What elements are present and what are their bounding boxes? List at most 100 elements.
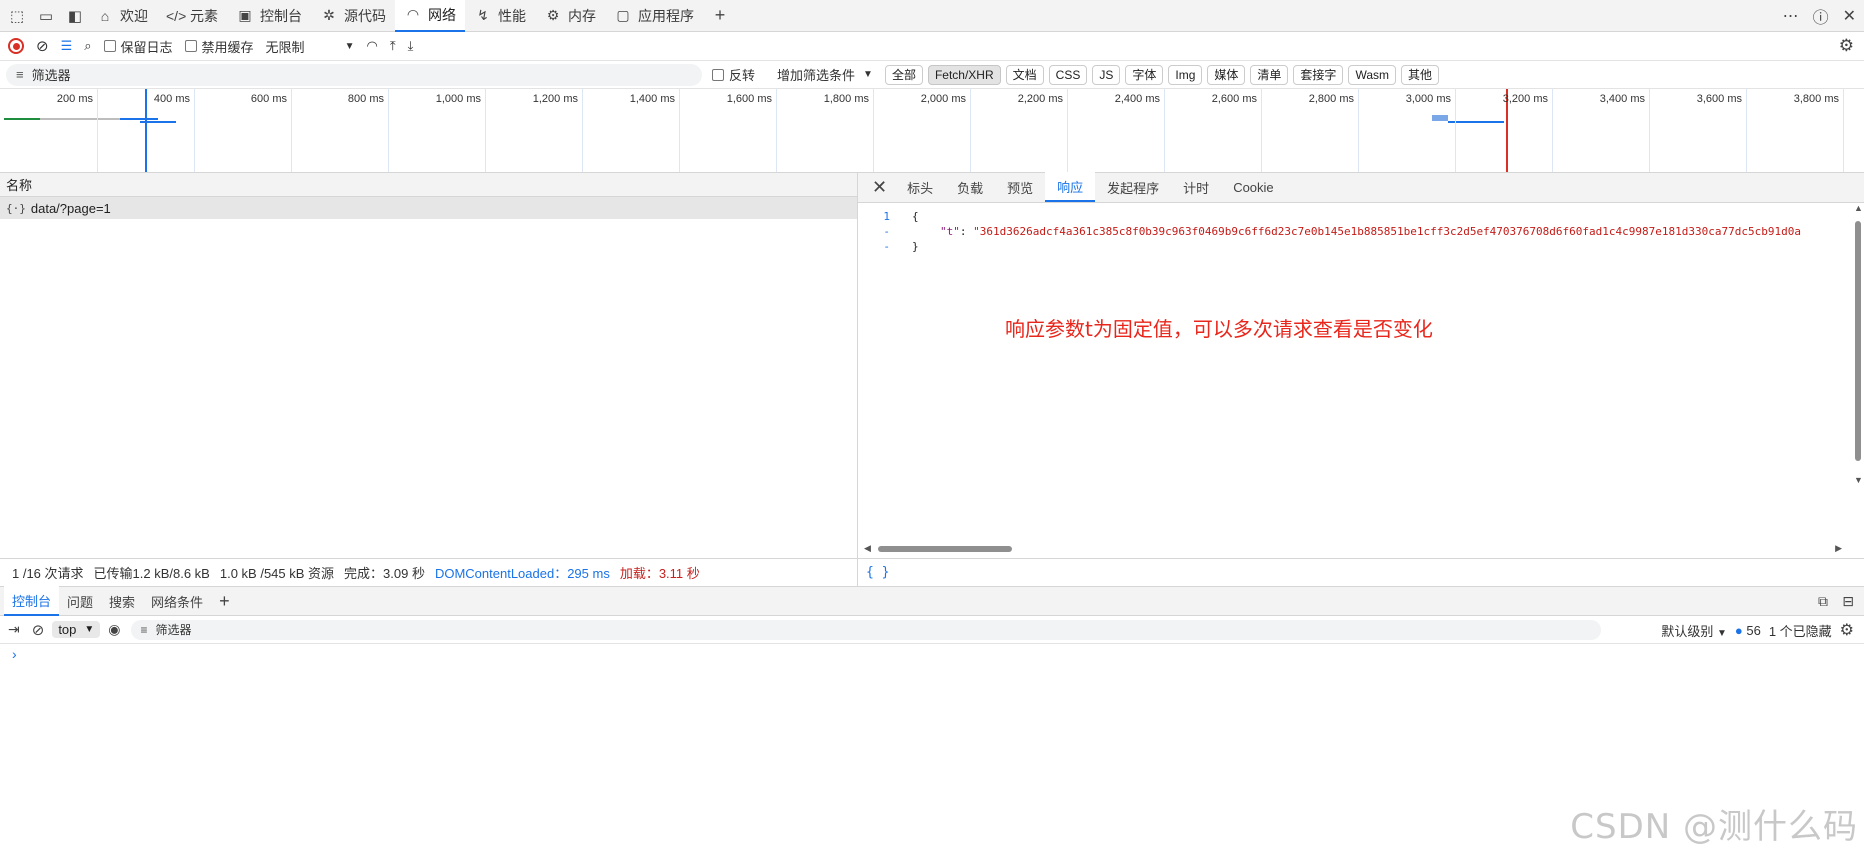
type-filter-doc[interactable]: 文档 bbox=[1005, 64, 1044, 85]
disable-cache-checkbox[interactable]: 禁用缓存 bbox=[184, 37, 254, 56]
json-icon: {·} bbox=[6, 201, 26, 215]
scroll-up-icon[interactable]: ▲ bbox=[1854, 203, 1863, 213]
scroll-down-icon[interactable]: ▼ bbox=[1854, 475, 1863, 485]
timeline-tick-label: 2,800 ms bbox=[1308, 93, 1354, 105]
import-har-icon[interactable]: ⤒ bbox=[390, 38, 396, 54]
scrollbar-thumb[interactable] bbox=[878, 546, 1012, 552]
timeline-tick-label: 3,000 ms bbox=[1405, 93, 1451, 105]
main-tab-bar: ⬚ ▭ ◧ ⌂ 欢迎 </> 元素 ▣ 控制台 ✲ 源代码 ◠ 网络 ↯ 性能 ⚙ 内存 ▢ 应… bbox=[0, 0, 1864, 32]
context-select[interactable]: top ▼ bbox=[52, 621, 101, 638]
dock-drawer-icon[interactable]: ⧉ bbox=[1818, 593, 1828, 610]
type-filter-css[interactable]: CSS bbox=[1048, 64, 1088, 85]
invert-checkbox[interactable]: 反转 bbox=[712, 65, 755, 84]
code-line: 1{ bbox=[883, 210, 919, 223]
throttling-select[interactable]: 无限制 ▼ bbox=[266, 37, 355, 56]
console-sidebar-icon[interactable]: ⇥ bbox=[8, 621, 20, 638]
vertical-scrollbar[interactable]: ▲ ▼ bbox=[1854, 203, 1863, 487]
table-row[interactable]: {·} data/?page=1 bbox=[0, 197, 857, 219]
type-filter-js[interactable]: JS bbox=[1092, 64, 1121, 85]
preserve-log-checkbox[interactable]: 保留日志 bbox=[103, 37, 173, 56]
record-button[interactable] bbox=[8, 38, 24, 54]
timeline-overview[interactable]: 200 ms 400 ms 600 ms 800 ms 1,000 ms 1,200 ms… bbox=[0, 89, 1864, 173]
hidden-count: 1 个已隐藏 bbox=[1768, 623, 1832, 639]
drawer-tab-console[interactable]: 控制台 bbox=[4, 586, 60, 616]
tab-cookies[interactable]: Cookie bbox=[1221, 172, 1285, 202]
clear-button[interactable]: ⊘ bbox=[36, 37, 49, 55]
filter-icon: ≡ bbox=[16, 67, 24, 82]
filter-toggle-icon[interactable]: ☰ bbox=[61, 38, 73, 54]
timeline-tick-label: 1,800 ms bbox=[823, 93, 869, 105]
settings-icon[interactable]: ⚙ bbox=[1839, 36, 1854, 56]
chevron-down-icon: ▼ bbox=[863, 69, 873, 80]
type-filter-font[interactable]: 字体 bbox=[1125, 64, 1164, 85]
add-drawer-tab-icon[interactable]: + bbox=[211, 586, 238, 616]
type-filter-img[interactable]: Img bbox=[1168, 64, 1203, 85]
load-time: 加载：3.11 秒 bbox=[619, 566, 700, 581]
tab-headers[interactable]: 标头 bbox=[895, 172, 945, 202]
timeline-bar bbox=[4, 118, 40, 120]
more-options-icon[interactable]: ⋯ bbox=[1783, 6, 1799, 26]
timeline-tick-label: 3,400 ms bbox=[1599, 93, 1645, 105]
console-prompt-icon[interactable]: › bbox=[12, 646, 17, 662]
drawer-tab-network-conditions[interactable]: 网络条件 bbox=[143, 586, 211, 616]
tab-console[interactable]: ▣ 控制台 bbox=[227, 0, 311, 32]
tab-memory[interactable]: ⚙ 内存 bbox=[535, 0, 605, 32]
clear-console-icon[interactable]: ⊘ bbox=[32, 621, 45, 639]
more-filters-dropdown[interactable]: 增加筛选条件 ▼ bbox=[777, 65, 873, 84]
tab-timing[interactable]: 计时 bbox=[1171, 172, 1221, 202]
timeline-tick-label: 1,000 ms bbox=[435, 93, 481, 105]
sidebar-toggle-icon[interactable]: ◧ bbox=[63, 4, 87, 28]
tab-response[interactable]: 响应 bbox=[1045, 172, 1096, 202]
timeline-tick-label: 1,200 ms bbox=[532, 93, 578, 105]
column-header-name[interactable]: 名称 bbox=[0, 173, 857, 197]
scroll-right-icon[interactable]: ▶ bbox=[1835, 543, 1842, 554]
inspect-element-icon[interactable]: ⬚ bbox=[5, 4, 29, 28]
tab-initiator[interactable]: 发起程序 bbox=[1095, 172, 1171, 202]
type-filter-socket[interactable]: 套接字 bbox=[1293, 64, 1344, 85]
type-filter-media[interactable]: 媒体 bbox=[1207, 64, 1246, 85]
tab-elements[interactable]: </> 元素 bbox=[157, 0, 227, 32]
console-filter-input[interactable]: ≡ 筛选器 bbox=[130, 619, 1601, 640]
performance-icon: ↯ bbox=[477, 7, 489, 23]
tab-application[interactable]: ▢ 应用程序 bbox=[605, 0, 703, 32]
type-filter-manifest[interactable]: 清单 bbox=[1250, 64, 1289, 85]
code-icon: </> bbox=[166, 7, 187, 24]
tab-sources[interactable]: ✲ 源代码 bbox=[311, 0, 395, 32]
filter-input[interactable]: ≡ 筛选器 bbox=[6, 63, 702, 86]
tab-performance[interactable]: ↯ 性能 bbox=[465, 0, 535, 32]
close-icon[interactable]: ✕ bbox=[864, 172, 895, 202]
type-filter-wasm[interactable]: Wasm bbox=[1348, 64, 1396, 85]
memory-icon: ⚙ bbox=[546, 7, 560, 23]
timeline-tick-label: 2,000 ms bbox=[920, 93, 966, 105]
tab-welcome[interactable]: ⌂ 欢迎 bbox=[87, 0, 157, 32]
type-filter-fetch-xhr[interactable]: Fetch/XHR bbox=[927, 64, 1001, 85]
type-filter-other[interactable]: 其他 bbox=[1401, 64, 1440, 85]
export-har-icon[interactable]: ⤓ bbox=[408, 38, 414, 54]
tab-payload[interactable]: 负载 bbox=[945, 172, 995, 202]
scroll-left-icon[interactable]: ◀ bbox=[864, 543, 871, 554]
record-icon bbox=[8, 38, 24, 54]
console-icon: ▣ bbox=[238, 7, 252, 23]
tab-network[interactable]: ◠ 网络 bbox=[395, 0, 465, 32]
drawer-tab-search[interactable]: 搜索 bbox=[101, 586, 143, 616]
response-body[interactable]: 1{ - "t": "361d3626adcf4a361c385c8f0b39c9… bbox=[858, 203, 1848, 533]
type-filter-all[interactable]: 全部 bbox=[884, 64, 923, 85]
add-tab-icon[interactable]: + bbox=[708, 4, 732, 28]
close-icon[interactable]: ✕ bbox=[1843, 6, 1856, 26]
network-conditions-icon[interactable]: ◠ bbox=[366, 38, 377, 54]
console-settings-icon[interactable]: ⚙ bbox=[1840, 620, 1854, 640]
eye-icon[interactable]: ◉ bbox=[108, 621, 120, 638]
tab-preview[interactable]: 预览 bbox=[995, 172, 1045, 202]
horizontal-scrollbar[interactable]: ◀ ▶ bbox=[862, 543, 1848, 555]
message-count-badge[interactable]: ● 56 bbox=[1735, 623, 1761, 638]
help-icon[interactable]: ⓘ bbox=[1813, 4, 1829, 28]
close-drawer-icon[interactable]: ⊟ bbox=[1842, 593, 1854, 610]
scrollbar-thumb[interactable] bbox=[1855, 221, 1861, 461]
timeline-tick bbox=[97, 89, 98, 172]
drawer-tab-issues[interactable]: 问题 bbox=[59, 586, 101, 616]
timeline-tick-label: 200 ms bbox=[56, 93, 93, 105]
device-emulation-icon[interactable]: ▭ bbox=[34, 4, 58, 28]
pretty-print-button[interactable]: { } bbox=[858, 558, 1864, 586]
log-levels-dropdown[interactable]: 默认级别 ▼ bbox=[1661, 621, 1727, 640]
search-icon[interactable]: ⌕ bbox=[84, 38, 91, 54]
